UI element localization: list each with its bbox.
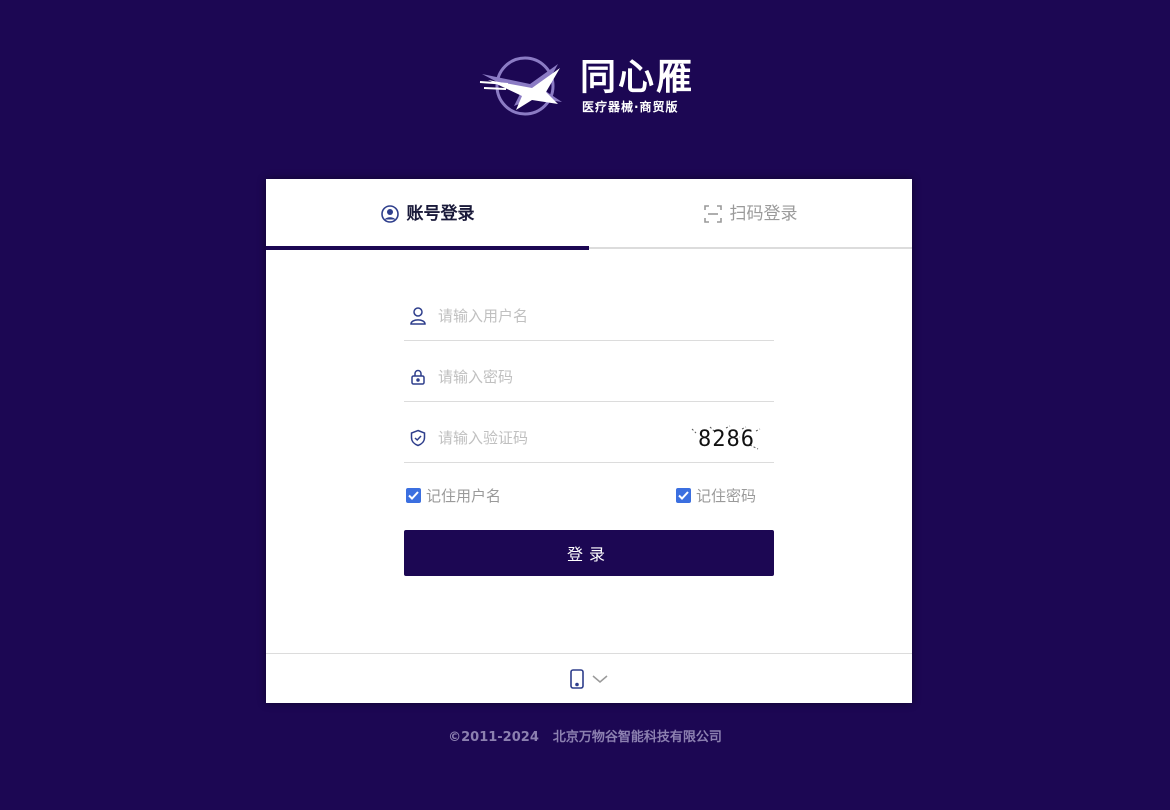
user-icon [410,306,426,325]
login-card: 账号登录 扫码登录 请输入用户名 请输入验证码 8286 记住用户名 记住密码 … [266,179,912,703]
remember-password-label: 记住密码 [696,487,757,505]
login-tabs: 账号登录 扫码登录 [266,179,912,250]
lock-icon [410,369,426,385]
remember-username-checkbox[interactable]: 记住用户名 [406,485,501,506]
tab-account-login-label: 账号登录 [406,204,475,224]
chevron-down-icon[interactable] [592,674,608,684]
scan-icon [703,205,722,223]
brand-title: 同心雁 [580,57,695,98]
checkbox-checked-icon [406,488,421,503]
login-form: 8286 记住用户名 记住密码 登录 [404,291,774,576]
brand-subtitle: 医疗器械·商贸版 [582,100,679,114]
remember-username-label: 记住用户名 [426,487,502,505]
copyright-years: ©2011-2024 [448,730,539,745]
shield-check-icon [410,429,426,446]
captcha-code: 8286 [698,427,755,452]
remember-password-checkbox[interactable]: 记住密码 [676,485,774,506]
remember-options: 记住用户名 记住密码 [404,485,774,509]
password-input[interactable] [438,352,774,401]
captcha-field: 8286 [404,413,774,463]
copyright: ©2011-2024 北京万物谷智能科技有限公司 [0,726,1170,745]
tab-qr-login-label: 扫码登录 [729,204,798,224]
login-button[interactable]: 登录 [404,530,774,576]
username-input[interactable] [438,291,774,340]
password-field [404,352,774,402]
checkbox-checked-icon [676,488,691,503]
user-circle-icon [380,205,399,223]
login-page: 同心雁 医疗器械·商贸版 账号登录 扫码登录 请输入用户名 请输入验证码 828… [0,0,1170,810]
username-field [404,291,774,341]
captcha-image[interactable]: 8286 [690,425,766,453]
tab-account-login[interactable]: 账号登录 [266,179,589,249]
tab-qr-login[interactable]: 扫码登录 [589,179,912,249]
card-footer [266,653,912,703]
brand-logo: 同心雁 医疗器械·商贸版 [478,54,708,120]
copyright-company: 北京万物谷智能科技有限公司 [552,730,722,745]
mobile-phone-icon[interactable] [570,668,584,689]
active-tab-indicator [266,246,589,250]
goose-logo-icon [479,56,562,116]
